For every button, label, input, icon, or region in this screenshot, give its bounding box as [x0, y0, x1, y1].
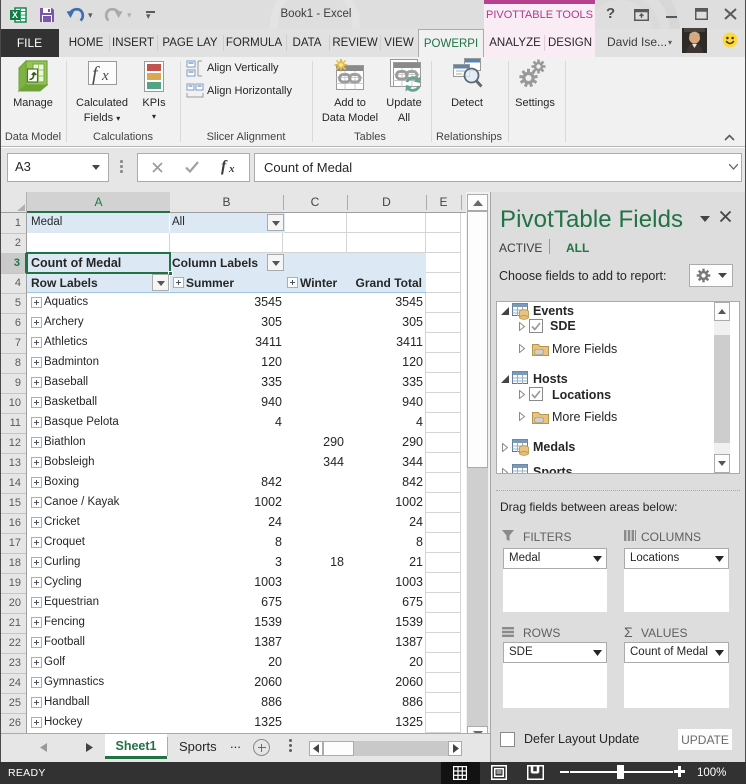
svg-text:X: X — [12, 10, 18, 20]
svg-text:x: x — [101, 68, 109, 84]
svg-text:x: x — [228, 163, 235, 175]
svg-text:f: f — [221, 158, 228, 175]
